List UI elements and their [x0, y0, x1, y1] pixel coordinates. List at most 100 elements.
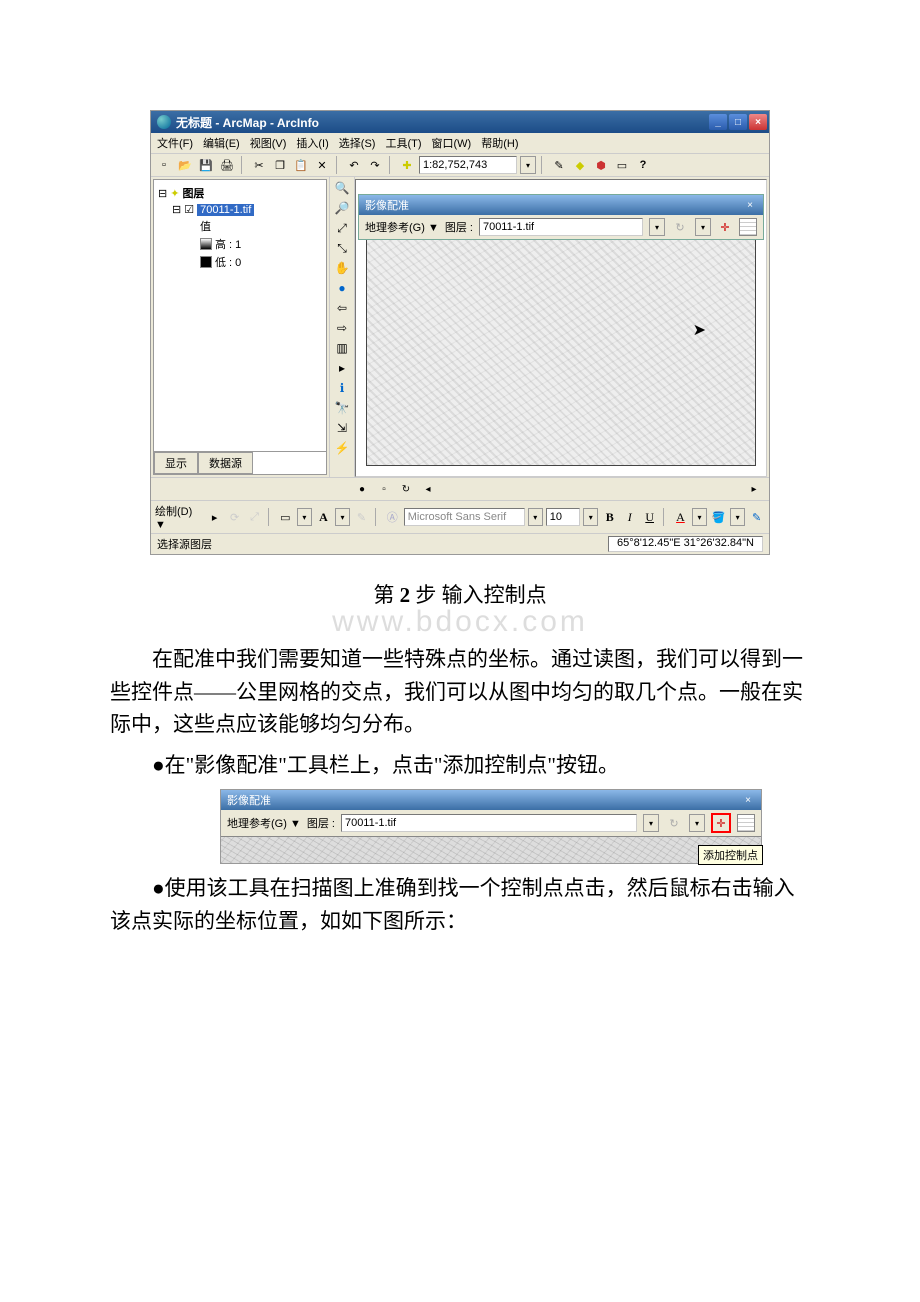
- collapse-icon[interactable]: ⊟: [172, 203, 181, 216]
- maximize-button[interactable]: □: [729, 114, 747, 130]
- copy-icon[interactable]: ❐: [271, 156, 289, 174]
- georef-layer-input-2[interactable]: 70011-1.tif: [341, 814, 637, 832]
- text-tool-icon[interactable]: A: [315, 508, 332, 526]
- help-icon[interactable]: ?: [634, 156, 652, 174]
- georef-menu-2[interactable]: 地理参考(G) ▼: [227, 815, 301, 831]
- next-extent-icon[interactable]: ⇨: [333, 319, 351, 337]
- status-coords: 65°8'12.45"E 31°26'32.84"N: [608, 536, 763, 552]
- zoom-in-icon[interactable]: 🔍: [333, 179, 351, 197]
- raster-low-swatch: [200, 256, 212, 268]
- goto-xy-icon[interactable]: ⇲: [333, 419, 351, 437]
- rotate-element-icon[interactable]: ⟳: [226, 508, 243, 526]
- full-extent-icon[interactable]: ●: [333, 279, 351, 297]
- menu-select[interactable]: 选择(S): [339, 135, 376, 151]
- toc-tab-source[interactable]: 数据源: [198, 452, 253, 474]
- view-toggle-bar: ● ▫ ↻ ◂ ▸: [151, 477, 769, 500]
- map-view[interactable]: 影像配准 × 地理参考(G) ▼ 图层 : 70011-1.tif ▾ ↻ ▾ …: [355, 179, 767, 477]
- toc-layer[interactable]: 70011-1.tif: [197, 204, 254, 216]
- font-color-dropdown-icon[interactable]: A: [672, 508, 689, 526]
- paste-icon[interactable]: 📋: [292, 156, 310, 174]
- close-button[interactable]: ×: [749, 114, 767, 130]
- select-features-icon[interactable]: ▥: [333, 339, 351, 357]
- window-icon[interactable]: ▭: [613, 156, 631, 174]
- fill-color-icon[interactable]: 🪣: [710, 508, 727, 526]
- measure-icon[interactable]: ⚡: [333, 439, 351, 457]
- font-color-icon[interactable]: Ⓐ: [384, 508, 401, 526]
- catalog-icon[interactable]: ◆: [571, 156, 589, 174]
- scroll-right-icon[interactable]: ▸: [745, 480, 763, 498]
- font-dropdown-icon[interactable]: ▾: [528, 508, 543, 526]
- text-dropdown-icon[interactable]: ▾: [335, 508, 350, 526]
- edit-vertices-icon[interactable]: ✎: [353, 508, 370, 526]
- georeferencing-toolbar: 影像配准 × 地理参考(G) ▼ 图层 : 70011-1.tif ▾ ↻ ▾ …: [358, 194, 764, 240]
- scale-input[interactable]: 1:82,752,743: [419, 156, 517, 174]
- select-elements-icon[interactable]: ▸: [333, 359, 351, 377]
- new-icon[interactable]: ▫: [155, 156, 173, 174]
- fc-dd[interactable]: ▾: [692, 508, 707, 526]
- toolbar-close-icon[interactable]: ×: [743, 199, 757, 211]
- size-dropdown-icon[interactable]: ▾: [583, 508, 598, 526]
- layer-checkbox[interactable]: ☑: [184, 203, 194, 216]
- minimize-button[interactable]: _: [709, 114, 727, 130]
- refresh-icon[interactable]: ↻: [397, 480, 415, 498]
- menu-help[interactable]: 帮助(H): [481, 135, 518, 151]
- shape-dropdown-icon[interactable]: ▾: [297, 508, 312, 526]
- delete-icon[interactable]: ✕: [313, 156, 331, 174]
- rotate-dropdown-icon[interactable]: ▾: [695, 218, 711, 236]
- link-table-icon-2[interactable]: [737, 814, 755, 832]
- toolbox-icon[interactable]: ⬢: [592, 156, 610, 174]
- identify-icon[interactable]: ℹ: [333, 379, 351, 397]
- open-icon[interactable]: 📂: [176, 156, 194, 174]
- zoom-out-icon[interactable]: 🔎: [333, 199, 351, 217]
- italic-icon[interactable]: I: [621, 508, 638, 526]
- georef-menu[interactable]: 地理参考(G) ▼: [365, 219, 439, 235]
- draw-menu[interactable]: 绘制(D) ▼: [155, 503, 203, 531]
- redo-icon[interactable]: ↷: [366, 156, 384, 174]
- menu-file[interactable]: 文件(F): [157, 135, 193, 151]
- menu-tools[interactable]: 工具(T): [385, 135, 421, 151]
- georef-layer-input[interactable]: 70011-1.tif: [479, 218, 643, 236]
- menu-window[interactable]: 窗口(W): [432, 135, 472, 151]
- zoom-to-selected-icon[interactable]: ⤢: [246, 508, 263, 526]
- menu-view[interactable]: 视图(V): [250, 135, 287, 151]
- editor-toolbar-icon[interactable]: ✎: [550, 156, 568, 174]
- font-select[interactable]: Microsoft Sans Serif: [404, 508, 525, 526]
- select-element-icon[interactable]: ▸: [206, 508, 223, 526]
- rotate-icon[interactable]: ↻: [671, 218, 689, 236]
- watermark: www.bdocx.com: [110, 605, 810, 639]
- menu-edit[interactable]: 编辑(E): [203, 135, 240, 151]
- link-table-icon[interactable]: [739, 218, 757, 236]
- save-icon[interactable]: 💾: [197, 156, 215, 174]
- find-icon[interactable]: 🔭: [333, 399, 351, 417]
- menu-insert[interactable]: 插入(I): [296, 135, 328, 151]
- font-size-input[interactable]: 10: [546, 508, 580, 526]
- georef-layer-dropdown-icon[interactable]: ▾: [649, 218, 665, 236]
- scroll-left-icon[interactable]: ◂: [419, 480, 437, 498]
- print-icon[interactable]: 🖨: [218, 156, 236, 174]
- fixed-zoom-out-icon[interactable]: ⤡: [333, 239, 351, 257]
- underline-icon[interactable]: U: [641, 508, 658, 526]
- add-control-point-icon[interactable]: ✛: [717, 219, 733, 235]
- fixed-zoom-in-icon[interactable]: ⤢: [333, 219, 351, 237]
- add-control-point-icon-highlighted[interactable]: ✛: [711, 813, 731, 833]
- layout-view-icon[interactable]: ▫: [375, 480, 393, 498]
- prev-extent-icon[interactable]: ⇦: [333, 299, 351, 317]
- rotate-icon-2[interactable]: ↻: [665, 814, 683, 832]
- cut-icon[interactable]: ✂: [250, 156, 268, 174]
- bold-icon[interactable]: B: [601, 508, 618, 526]
- georef-layer-dropdown-2[interactable]: ▾: [643, 814, 659, 832]
- fill-dd[interactable]: ▾: [730, 508, 745, 526]
- rectangle-tool-icon[interactable]: ▭: [277, 508, 294, 526]
- pan-icon[interactable]: ✋: [333, 259, 351, 277]
- add-data-icon[interactable]: ✚: [398, 156, 416, 174]
- toc-root: 图层: [182, 185, 204, 201]
- toc-tab-display[interactable]: 显示: [154, 452, 198, 474]
- data-view-icon[interactable]: ●: [353, 480, 371, 498]
- collapse-icon[interactable]: ⊟: [158, 187, 167, 200]
- scale-dropdown-icon[interactable]: ▾: [520, 156, 536, 174]
- toolbar-close-icon-2[interactable]: ×: [741, 794, 755, 806]
- rotate-dd-2[interactable]: ▾: [689, 814, 705, 832]
- line-color-icon[interactable]: ✎: [748, 508, 765, 526]
- undo-icon[interactable]: ↶: [345, 156, 363, 174]
- toc-value-label: 值: [200, 218, 211, 234]
